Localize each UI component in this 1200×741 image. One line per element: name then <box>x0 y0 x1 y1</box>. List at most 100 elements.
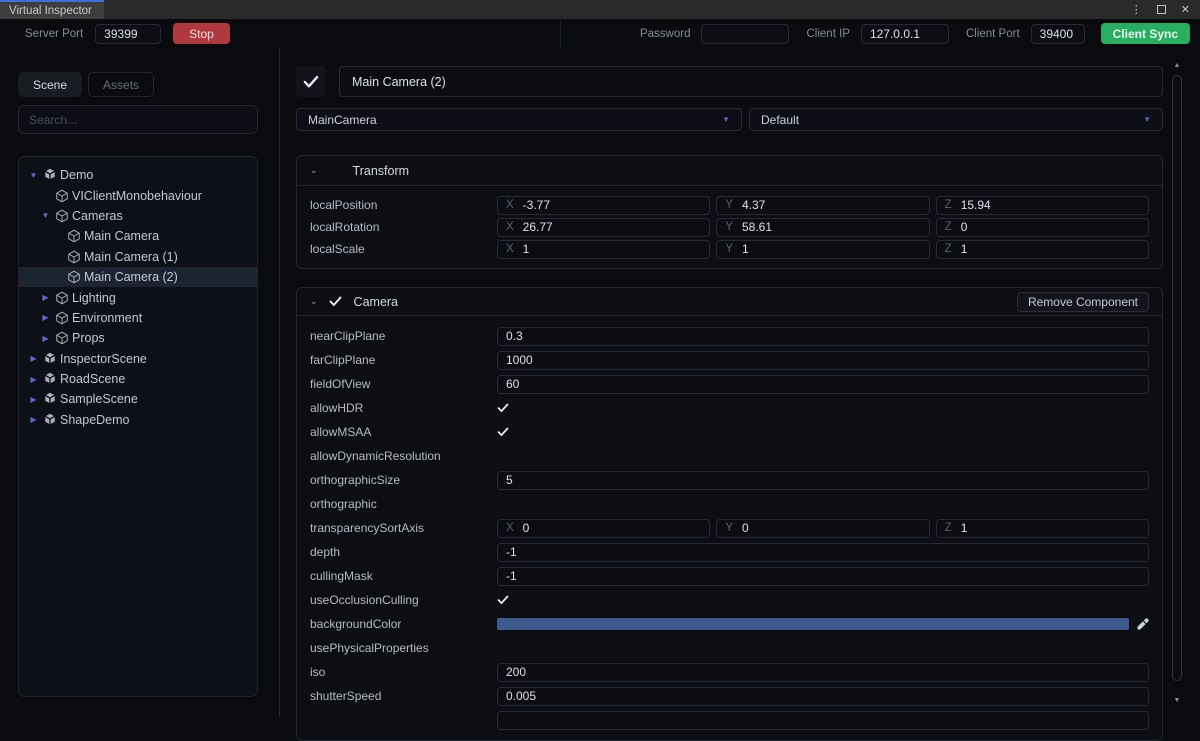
z-value-input[interactable] <box>961 220 1140 234</box>
z-field[interactable]: Z <box>936 240 1149 259</box>
y-value-input[interactable] <box>742 220 921 234</box>
y-value-input[interactable] <box>742 521 921 535</box>
close-icon[interactable]: ✕ <box>1181 3 1190 16</box>
tab-scene[interactable]: Scene <box>18 72 82 97</box>
search-input[interactable] <box>18 105 258 134</box>
vertical-scrollbar: ▲ ▼ <box>1170 62 1184 705</box>
arrow-collapsed-icon[interactable]: ▶ <box>27 375 40 384</box>
backgroundcolor-swatch[interactable] <box>497 618 1129 630</box>
arrow-expanded-icon[interactable]: ▼ <box>27 171 40 180</box>
y-field[interactable]: Y <box>716 218 929 237</box>
z-axis-label: Z <box>945 243 952 255</box>
iso-input[interactable] <box>497 663 1149 682</box>
client-ip-input[interactable] <box>861 24 949 44</box>
y-field[interactable]: Y <box>716 519 929 538</box>
z-field[interactable]: Z <box>936 196 1149 215</box>
property-label: allowDynamicResolution <box>310 449 497 463</box>
menu-dots-icon[interactable]: ⋮ <box>1131 3 1142 16</box>
tree-item-props[interactable]: ▶Props <box>19 328 257 348</box>
collapse-chevron-icon[interactable]: ⌄ <box>310 296 318 307</box>
eyedropper-icon[interactable] <box>1137 618 1149 630</box>
z-axis-label: Z <box>945 199 952 211</box>
remove-component-button[interactable]: Remove Component <box>1017 292 1149 312</box>
x-field[interactable]: X <box>497 196 710 215</box>
arrow-collapsed-icon[interactable]: ▶ <box>27 395 40 404</box>
y-value-input[interactable] <box>742 198 921 212</box>
property-control <box>497 618 1149 630</box>
scroll-down-icon[interactable]: ▼ <box>1174 697 1181 705</box>
property-row-fieldofview: fieldOfView <box>310 372 1149 396</box>
useocclusionculling-checkbox[interactable] <box>497 595 509 605</box>
property-label: cullingMask <box>310 569 497 583</box>
x-value-input[interactable] <box>523 220 702 234</box>
scrollbar-thumb[interactable] <box>1172 75 1182 681</box>
client-port-input[interactable] <box>1031 24 1085 44</box>
client-sync-button[interactable]: Client Sync <box>1101 23 1190 44</box>
y-field[interactable]: Y <box>716 240 929 259</box>
tree-item-cameras[interactable]: ▼Cameras <box>19 206 257 226</box>
allowhdr-checkbox[interactable] <box>497 403 509 413</box>
depth-input[interactable] <box>497 543 1149 562</box>
tree-item-inspectorscene[interactable]: ▶InspectorScene <box>19 349 257 369</box>
transform-body: localPositionXYZlocalRotationXYZlocalSca… <box>297 186 1162 268</box>
tree-item-main-camera-2[interactable]: Main Camera (2) <box>19 267 257 287</box>
tab-assets[interactable]: Assets <box>88 72 154 97</box>
orthographicsize-input[interactable] <box>497 471 1149 490</box>
arrow-collapsed-icon[interactable]: ▶ <box>39 313 52 322</box>
x-field[interactable]: X <box>497 519 710 538</box>
y-field[interactable]: Y <box>716 196 929 215</box>
tree-item-label: Main Camera (2) <box>84 270 178 284</box>
scroll-up-icon[interactable]: ▲ <box>1174 62 1181 70</box>
toolbar: Server Port Stop Password Client IP Clie… <box>0 19 1200 48</box>
password-input[interactable] <box>701 24 789 44</box>
tree-item-environment[interactable]: ▶Environment <box>19 308 257 328</box>
property-row-farclipplane: farClipPlane <box>310 348 1149 372</box>
tree-item-samplescene[interactable]: ▶SampleScene <box>19 389 257 409</box>
arrow-collapsed-icon[interactable]: ▶ <box>27 354 40 363</box>
stop-button[interactable]: Stop <box>173 23 230 44</box>
maximize-icon[interactable] <box>1157 5 1166 14</box>
layer-dropdown[interactable]: Default ▼ <box>749 108 1163 131</box>
arrow-collapsed-icon[interactable]: ▶ <box>39 293 52 302</box>
allowmsaa-checkbox[interactable] <box>497 427 509 437</box>
y-value-input[interactable] <box>742 242 921 256</box>
active-checkbox[interactable] <box>296 66 326 97</box>
tree-item-shapedemo[interactable]: ▶ShapeDemo <box>19 410 257 430</box>
tree-item-roadscene[interactable]: ▶RoadScene <box>19 369 257 389</box>
x-field[interactable]: X <box>497 240 710 259</box>
x-value-input[interactable] <box>523 242 702 256</box>
z-value-input[interactable] <box>961 242 1140 256</box>
tree-item-label: VIClientMonobehaviour <box>72 189 202 203</box>
arrow-collapsed-icon[interactable]: ▶ <box>39 334 52 343</box>
collapse-chevron-icon[interactable]: ⌄ <box>310 165 318 176</box>
x-field[interactable]: X <box>497 218 710 237</box>
z-value-input[interactable] <box>961 521 1140 535</box>
cullingmask-input[interactable] <box>497 567 1149 586</box>
property-input[interactable] <box>497 711 1149 730</box>
server-port-input[interactable] <box>95 24 161 44</box>
tree-item-viclientmonobehaviour[interactable]: VIClientMonobehaviour <box>19 185 257 205</box>
tree-item-demo[interactable]: ▼Demo <box>19 165 257 185</box>
x-value-input[interactable] <box>523 198 702 212</box>
z-field[interactable]: Z <box>936 218 1149 237</box>
tree-item-lighting[interactable]: ▶Lighting <box>19 287 257 307</box>
property-row-useocclusionculling: useOcclusionCulling <box>310 588 1149 612</box>
client-ip-label: Client IP <box>806 28 849 40</box>
arrow-collapsed-icon[interactable]: ▶ <box>27 415 40 424</box>
tag-dropdown[interactable]: MainCamera ▼ <box>296 108 742 131</box>
window-title-tab[interactable]: Virtual Inspector <box>0 0 104 19</box>
fieldofview-input[interactable] <box>497 375 1149 394</box>
tree-item-main-camera-1[interactable]: Main Camera (1) <box>19 247 257 267</box>
arrow-expanded-icon[interactable]: ▼ <box>39 211 52 220</box>
x-value-input[interactable] <box>523 521 702 535</box>
farclipplane-input[interactable] <box>497 351 1149 370</box>
object-name-input[interactable] <box>339 66 1163 97</box>
shutterspeed-input[interactable] <box>497 687 1149 706</box>
z-field[interactable]: Z <box>936 519 1149 538</box>
tree-item-main-camera[interactable]: Main Camera <box>19 226 257 246</box>
z-value-input[interactable] <box>961 198 1140 212</box>
camera-enabled-checkbox[interactable] <box>329 296 342 307</box>
scene-tree: ▼DemoVIClientMonobehaviour▼CamerasMain C… <box>18 156 258 697</box>
gameobject-cube-icon <box>66 229 81 244</box>
nearclipplane-input[interactable] <box>497 327 1149 346</box>
